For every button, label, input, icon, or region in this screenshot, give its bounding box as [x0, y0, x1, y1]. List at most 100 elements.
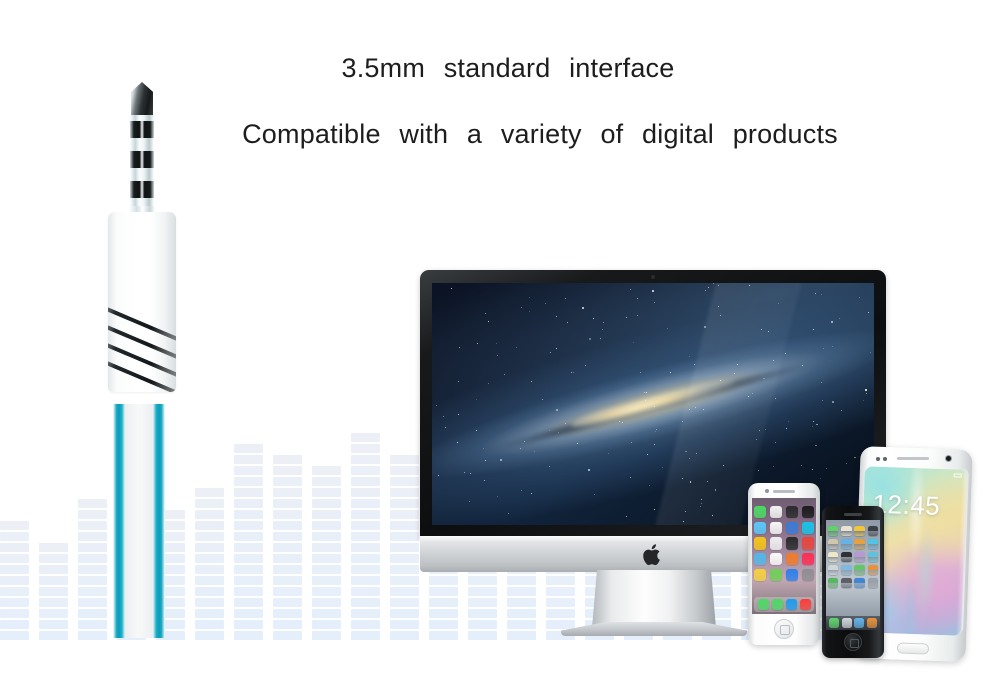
app-icon[interactable]	[785, 552, 799, 566]
app-icon[interactable]	[801, 568, 815, 582]
camera-icon	[945, 455, 952, 462]
equalizer-bar	[390, 455, 419, 640]
equalizer-segment	[351, 521, 380, 530]
equalizer-segment	[234, 609, 263, 618]
phone-icon[interactable]	[829, 618, 840, 628]
equalizer-segment	[351, 433, 380, 442]
equalizer-segment	[390, 620, 419, 629]
equalizer-segment	[390, 598, 419, 607]
app-icon[interactable]	[754, 506, 767, 519]
equalizer-segment	[351, 444, 380, 453]
equalizer-segment	[78, 609, 107, 618]
mail-icon[interactable]	[841, 618, 852, 628]
equalizer-segment	[234, 510, 263, 519]
device-iphone-6	[748, 483, 820, 645]
app-icon[interactable]	[769, 568, 783, 582]
equalizer-segment	[234, 576, 263, 585]
equalizer-segment	[351, 631, 380, 640]
app-icon[interactable]	[828, 552, 839, 563]
equalizer-segment	[234, 521, 263, 530]
home-button-icon[interactable]	[774, 619, 794, 639]
messages-icon[interactable]	[771, 599, 783, 610]
app-icon[interactable]	[801, 506, 815, 519]
phone-icon[interactable]	[757, 599, 769, 610]
equalizer-segment	[78, 499, 107, 508]
app-icon[interactable]	[769, 552, 783, 566]
equalizer-segment	[273, 455, 302, 464]
app-icon[interactable]	[828, 539, 839, 550]
app-icon[interactable]	[841, 539, 852, 550]
equalizer-segment	[390, 543, 419, 552]
app-icon[interactable]	[754, 521, 767, 535]
equalizer-segment	[312, 499, 341, 508]
app-icon[interactable]	[854, 552, 865, 563]
equalizer-segment	[351, 455, 380, 464]
app-icon[interactable]	[841, 526, 852, 537]
equalizer-bar	[78, 499, 107, 640]
equalizer-segment	[195, 576, 224, 585]
app-icon[interactable]	[867, 578, 879, 589]
equalizer-segment	[273, 499, 302, 508]
equalizer-segment	[351, 488, 380, 497]
safari-icon[interactable]	[854, 618, 865, 628]
equalizer-segment	[234, 587, 263, 596]
home-button-icon[interactable]	[896, 642, 930, 655]
app-icon[interactable]	[801, 521, 815, 535]
app-icon[interactable]	[828, 565, 839, 576]
safari-icon[interactable]	[785, 599, 797, 610]
music-icon[interactable]	[799, 599, 811, 610]
equalizer-segment	[39, 620, 68, 629]
app-icon[interactable]	[854, 539, 865, 550]
home-button-icon[interactable]	[844, 633, 862, 651]
app-icon[interactable]	[841, 565, 852, 576]
camera-icon	[765, 489, 769, 493]
equalizer-segment	[390, 554, 419, 563]
equalizer-segment	[390, 499, 419, 508]
camera-icon	[651, 275, 655, 279]
app-icon[interactable]	[785, 506, 799, 519]
jack-contact-ring-1	[130, 121, 154, 138]
app-icon[interactable]	[801, 552, 815, 566]
app-icon[interactable]	[769, 521, 783, 535]
app-icon[interactable]	[867, 565, 879, 576]
equalizer-segment	[351, 576, 380, 585]
app-icon[interactable]	[801, 537, 815, 550]
app-icon[interactable]	[867, 526, 879, 537]
app-icon[interactable]	[828, 526, 839, 537]
equalizer-segment	[195, 587, 224, 596]
app-icon[interactable]	[754, 552, 767, 566]
equalizer-segment	[234, 477, 263, 486]
app-icon[interactable]	[854, 526, 865, 537]
equalizer-segment	[312, 576, 341, 585]
equalizer-segment	[312, 554, 341, 563]
music-icon[interactable]	[866, 618, 877, 628]
app-icon[interactable]	[867, 552, 879, 563]
app-icon[interactable]	[785, 568, 799, 582]
equalizer-segment	[312, 488, 341, 497]
app-icon[interactable]	[854, 578, 865, 589]
equalizer-segment	[390, 521, 419, 530]
app-icon[interactable]	[769, 506, 783, 519]
app-icon[interactable]	[754, 568, 767, 582]
equalizer-segment	[234, 455, 263, 464]
app-icon[interactable]	[769, 537, 783, 550]
app-icon[interactable]	[754, 537, 767, 550]
app-icon[interactable]	[785, 521, 799, 535]
equalizer-segment	[78, 576, 107, 585]
proximity-sensor-icon	[876, 457, 880, 461]
equalizer-segment	[312, 620, 341, 629]
app-icon[interactable]	[841, 578, 852, 589]
equalizer-segment	[312, 477, 341, 486]
imac-stand-foot	[561, 622, 747, 636]
equalizer-bar	[234, 444, 263, 640]
equalizer-segment	[312, 609, 341, 618]
app-icon[interactable]	[867, 539, 879, 550]
equalizer-segment	[78, 565, 107, 574]
app-icon[interactable]	[841, 552, 852, 563]
ios-dock	[754, 597, 814, 612]
equalizer-segment	[0, 587, 29, 596]
app-icon[interactable]	[828, 578, 839, 589]
app-icon[interactable]	[785, 537, 799, 550]
app-icon[interactable]	[854, 565, 865, 576]
equalizer-segment	[234, 532, 263, 541]
